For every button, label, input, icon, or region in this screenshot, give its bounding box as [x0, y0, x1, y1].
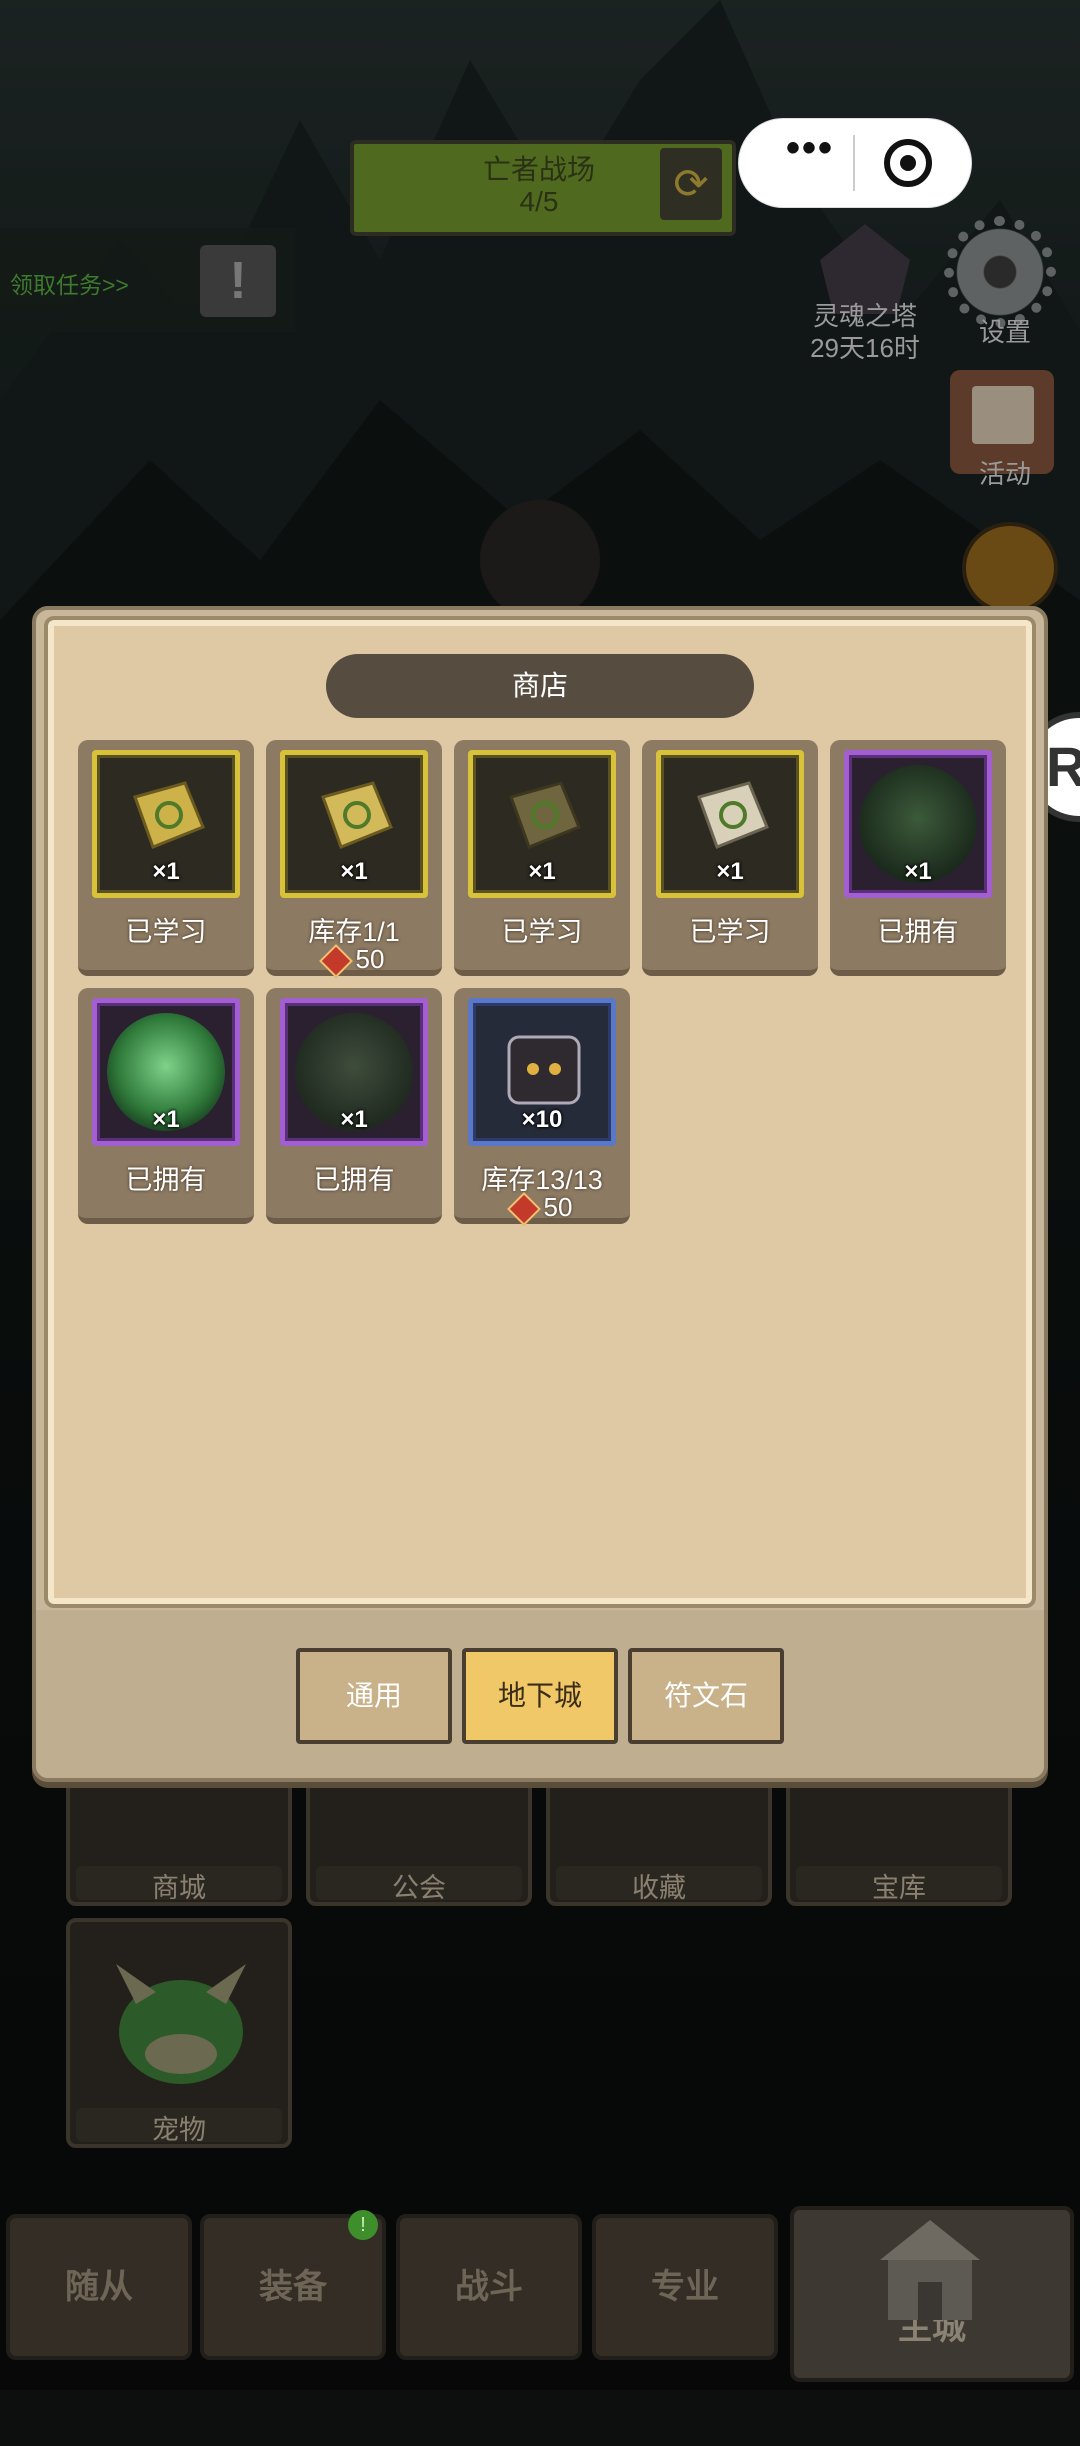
item-quantity: ×1 [904, 858, 932, 885]
item-price-value: 50 [355, 944, 385, 974]
shop-item[interactable]: ×1 已拥有 [78, 988, 254, 1224]
item-price: 50 [454, 1192, 630, 1227]
gold-skill-book-icon [133, 781, 205, 849]
item-quantity: ×1 [340, 858, 368, 885]
target-close-icon-dot [900, 155, 916, 171]
quest-link[interactable]: 领取任务>> [10, 266, 129, 300]
exclamation-icon[interactable]: ! [200, 245, 276, 317]
capsule-divider [853, 135, 855, 191]
item-status: 已拥有 [125, 1165, 207, 1195]
menu-collection-label: 收藏 [556, 1866, 762, 1903]
shop-item[interactable]: ×1 已学习 [642, 740, 818, 976]
menu-treasury-label: 宝库 [796, 1866, 1002, 1903]
tower-timer: 29天16时 [810, 333, 920, 363]
item-status: 已拥有 [877, 917, 959, 947]
shop-item[interactable]: ×1 已学习 [454, 740, 630, 976]
more-icon[interactable]: ••• [770, 126, 850, 171]
dark-skill-book-icon [509, 781, 581, 849]
nav-profession[interactable]: 专业 [592, 2214, 778, 2360]
settings-label: 设置 [978, 317, 1031, 347]
item-status: 已学习 [689, 917, 771, 947]
item-price-value: 50 [543, 1192, 573, 1222]
shop-item[interactable]: ×1 已学习 [78, 740, 254, 976]
menu-guild-label: 公会 [316, 1866, 522, 1903]
item-status: 已学习 [501, 917, 583, 947]
ruby-gem-icon [318, 944, 353, 979]
shop-item[interactable]: ×1 已拥有 [830, 740, 1006, 976]
activity-label: 活动 [978, 459, 1031, 489]
gear-icon[interactable] [950, 222, 1050, 322]
demon-helm-chest-icon [507, 1035, 581, 1105]
item-price: 50 [266, 944, 442, 979]
nav-followers[interactable]: 随从 [6, 2214, 192, 2360]
item-status: 已学习 [125, 917, 207, 947]
item-status: 已拥有 [313, 1165, 395, 1195]
ruby-gem-icon [506, 1192, 541, 1227]
menu-mall-label: 商城 [76, 1866, 282, 1903]
shop-title: 商店 [511, 670, 568, 701]
shop-item[interactable]: ×1 已拥有 [266, 988, 442, 1224]
helmet-icon[interactable] [962, 522, 1058, 614]
shop-item[interactable]: ×10 库存13/13 50 [454, 988, 630, 1227]
item-quantity: ×1 [716, 858, 744, 885]
tab-general[interactable]: 通用 [296, 1648, 452, 1744]
tab-runestone[interactable]: 符文石 [628, 1648, 784, 1744]
refresh-icon[interactable]: ⟳ [660, 148, 722, 220]
shop-item[interactable]: ×1 库存1/1 50 [266, 740, 442, 979]
notification-badge: ! [348, 2210, 378, 2240]
silver-skill-book-icon [697, 781, 769, 849]
item-quantity: ×10 [521, 1106, 563, 1133]
menu-pet-label: 宠物 [76, 2108, 282, 2145]
tab-dungeon[interactable]: 地下城 [462, 1648, 618, 1744]
item-quantity: ×1 [340, 1106, 368, 1133]
item-quantity: ×1 [152, 1106, 180, 1133]
item-quantity: ×1 [528, 858, 556, 885]
castle-icon [880, 2220, 980, 2320]
item-quantity: ×1 [152, 858, 180, 885]
dragon-icon [116, 1964, 246, 2084]
nav-battle[interactable]: 战斗 [396, 2214, 582, 2360]
activity-icon-board [972, 386, 1034, 444]
gold-skill-book-icon [321, 781, 393, 849]
